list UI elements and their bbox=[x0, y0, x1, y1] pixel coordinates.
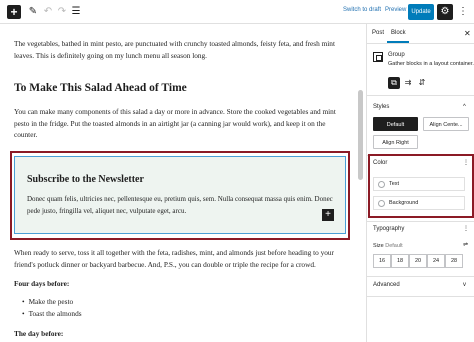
preview-link[interactable]: Preview bbox=[385, 7, 406, 13]
typography-options-kebab-icon[interactable]: ⋮ bbox=[463, 225, 469, 232]
intro-paragraph[interactable]: The vegetables, bathed in mint pesto, ar… bbox=[14, 38, 344, 61]
color-text-item[interactable]: Text bbox=[373, 177, 465, 191]
canvas-scrollbar[interactable] bbox=[358, 90, 363, 180]
more-options-icon[interactable]: ⋮ bbox=[457, 4, 469, 20]
color-text-label: Text bbox=[389, 181, 400, 187]
editor-canvas: The vegetables, bathed in mint pesto, ar… bbox=[0, 24, 366, 342]
font-size-option[interactable]: 24 bbox=[427, 254, 445, 268]
color-background-item[interactable]: Background bbox=[373, 196, 465, 210]
list-item[interactable]: Toast the almonds bbox=[22, 309, 82, 318]
styles-panel-title[interactable]: Styles bbox=[373, 104, 389, 110]
size-default-text: Default bbox=[385, 243, 403, 249]
section-heading[interactable]: To Make This Salad Ahead of Time bbox=[14, 82, 187, 94]
editor-toolbar: + ✎ ↶ ↷ ☰ Switch to draft Preview Update… bbox=[0, 0, 474, 24]
font-size-option[interactable]: 18 bbox=[391, 254, 409, 268]
add-block-button[interactable]: + bbox=[7, 5, 21, 19]
redo-icon[interactable]: ↷ bbox=[56, 5, 68, 19]
tab-block[interactable]: Block bbox=[391, 30, 406, 36]
four-days-heading[interactable]: Four days before: bbox=[14, 279, 69, 288]
newsletter-text[interactable]: Donec quam felis, ultricies nec, pellent… bbox=[27, 194, 339, 217]
color-panel-title[interactable]: Color bbox=[373, 160, 387, 166]
background-color-swatch bbox=[378, 200, 385, 207]
day-before-heading[interactable]: The day before: bbox=[14, 329, 63, 338]
divider bbox=[367, 221, 474, 222]
switch-to-draft-link[interactable]: Switch to draft bbox=[343, 7, 381, 13]
font-size-option[interactable]: 28 bbox=[445, 254, 463, 268]
sidebar-tabs: Post Block ✕ bbox=[367, 24, 474, 44]
tab-post[interactable]: Post bbox=[372, 30, 384, 36]
chevron-down-icon[interactable]: v bbox=[463, 282, 466, 288]
style-default-button[interactable]: Default bbox=[373, 117, 418, 131]
size-label: Size Default bbox=[373, 243, 403, 249]
font-size-option[interactable]: 16 bbox=[373, 254, 391, 268]
block-card: Group Gather blocks in a layout containe… bbox=[367, 44, 474, 96]
row-variation-icon[interactable]: ⇉ bbox=[402, 77, 414, 89]
color-background-label: Background bbox=[389, 200, 419, 206]
update-button[interactable]: Update bbox=[408, 4, 434, 20]
newsletter-group-block[interactable]: Subscribe to the Newsletter Donec quam f… bbox=[14, 156, 346, 234]
list-item[interactable]: Make the pesto bbox=[22, 297, 74, 306]
size-label-text: Size bbox=[373, 243, 384, 249]
stack-variation-icon[interactable]: ⇵ bbox=[416, 77, 428, 89]
block-name: Group bbox=[388, 52, 405, 58]
group-variation-icon[interactable]: ⧉ bbox=[388, 77, 400, 89]
advanced-panel-title[interactable]: Advanced bbox=[373, 282, 400, 288]
undo-icon[interactable]: ↶ bbox=[42, 5, 54, 19]
close-icon[interactable]: ✕ bbox=[464, 29, 471, 38]
divider bbox=[367, 296, 474, 297]
font-size-option[interactable]: 20 bbox=[409, 254, 427, 268]
style-align-right-button[interactable]: Align Right bbox=[373, 135, 418, 149]
custom-size-sliders-icon[interactable]: ⇌ bbox=[463, 241, 468, 248]
pen-tool-icon[interactable]: ✎ bbox=[27, 5, 39, 19]
ahead-paragraph[interactable]: You can make many components of this sal… bbox=[14, 106, 344, 141]
chevron-up-icon[interactable]: ^ bbox=[463, 104, 466, 110]
settings-sidebar: Post Block ✕ Group Gather blocks in a la… bbox=[366, 24, 474, 342]
style-align-center-button[interactable]: Align Cente... bbox=[423, 117, 469, 131]
settings-gear-icon[interactable]: ⚙ bbox=[437, 4, 453, 20]
list-view-icon[interactable]: ☰ bbox=[70, 5, 82, 19]
serve-paragraph[interactable]: When ready to serve, toss it all togethe… bbox=[14, 247, 344, 270]
divider bbox=[367, 276, 474, 277]
group-block-icon bbox=[373, 52, 383, 62]
color-options-kebab-icon[interactable]: ⋮ bbox=[463, 159, 469, 166]
newsletter-title[interactable]: Subscribe to the Newsletter bbox=[27, 174, 144, 185]
text-color-swatch bbox=[378, 181, 385, 188]
typography-panel-title[interactable]: Typography bbox=[373, 226, 404, 232]
inserter-plus-icon[interactable]: + bbox=[322, 209, 334, 221]
active-tab-indicator bbox=[387, 41, 409, 43]
block-description: Gather blocks in a layout container. bbox=[388, 61, 474, 67]
